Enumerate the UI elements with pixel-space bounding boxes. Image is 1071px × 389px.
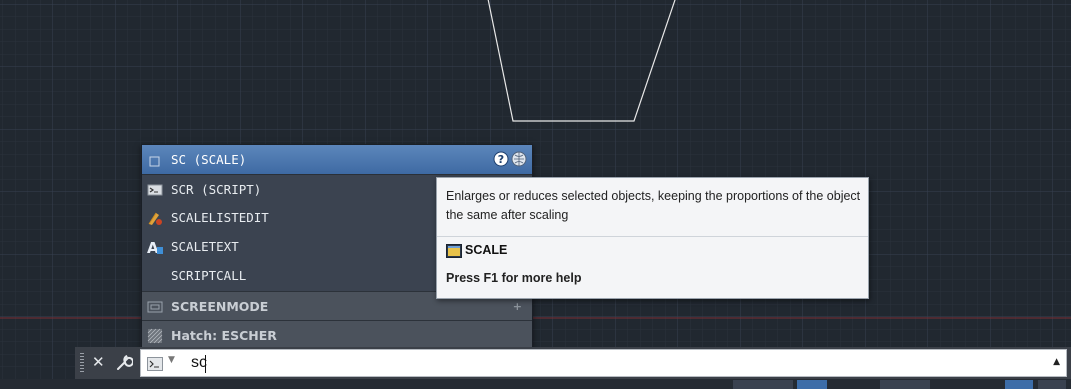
svg-text:?: ? — [498, 153, 504, 166]
category-label: SCREENMODE — [171, 299, 269, 314]
scalelistedit-icon — [147, 210, 163, 226]
expand-icon[interactable]: + — [513, 300, 522, 313]
tooltip-description: Enlarges or reduces selected objects, ke… — [446, 189, 861, 222]
autocomplete-item-label: SCALELISTEDIT — [171, 210, 269, 225]
autocomplete-item-label: SCRIPTCALL — [171, 268, 247, 283]
autocomplete-item-label: SC (SCALE) — [171, 152, 247, 167]
scale-command-icon — [446, 243, 462, 259]
tooltip-help-hint: Press F1 for more help — [446, 271, 582, 285]
autocomplete-item-label: SCALETEXT — [171, 239, 239, 254]
recent-commands-dropdown-icon[interactable]: ▼ — [168, 355, 175, 365]
wrench-icon[interactable] — [115, 354, 134, 372]
status-bar-button[interactable] — [1038, 380, 1066, 389]
status-bar-button[interactable] — [797, 380, 827, 389]
status-bar — [0, 379, 1071, 389]
script-icon — [147, 182, 163, 198]
blank-icon — [147, 268, 163, 284]
status-bar-button[interactable] — [733, 380, 793, 389]
status-bar-button[interactable] — [880, 380, 930, 389]
status-bar-button[interactable] — [1005, 380, 1033, 389]
text-caret — [205, 355, 206, 373]
command-input[interactable]: ▼ sc ▲ — [140, 349, 1067, 377]
system-variable-icon — [147, 299, 163, 315]
autocomplete-item-label: SCR (SCRIPT) — [171, 182, 262, 197]
drag-grip-handle[interactable] — [80, 353, 84, 373]
command-tooltip: Enlarges or reduces selected objects, ke… — [436, 177, 869, 299]
tooltip-command-name: SCALE — [465, 243, 508, 257]
scaletext-icon: A — [147, 239, 163, 257]
scale-icon — [147, 152, 163, 168]
autocomplete-category-hatch[interactable]: Hatch: ESCHER — [142, 320, 532, 350]
tooltip-divider — [437, 236, 868, 237]
search-online-icon[interactable] — [511, 151, 527, 167]
autocomplete-item-scale[interactable]: SC (SCALE) ? — [142, 145, 532, 174]
category-label: Hatch: ESCHER — [171, 328, 277, 343]
close-icon[interactable]: ✕ — [92, 353, 106, 371]
hatch-icon — [147, 328, 163, 344]
command-history-up-icon[interactable]: ▲ — [1053, 357, 1060, 367]
command-prompt-icon[interactable] — [147, 356, 163, 371]
help-icon[interactable]: ? — [493, 151, 509, 167]
